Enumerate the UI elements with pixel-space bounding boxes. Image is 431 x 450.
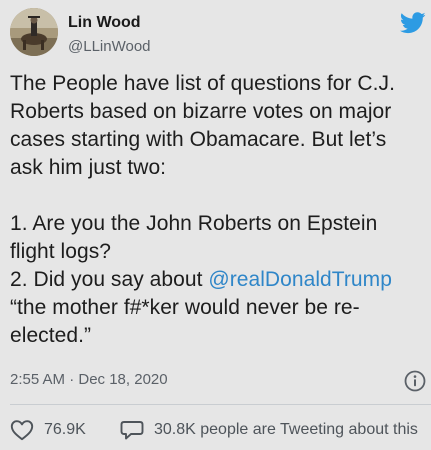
tweet-line: ask him just two: xyxy=(10,156,167,179)
twitter-bird-icon[interactable] xyxy=(400,12,426,34)
user-handle[interactable]: @LLinWood xyxy=(68,38,151,55)
tweet-line: The People have list of questions for C.… xyxy=(10,72,395,95)
tweet-line: “the mother f#*ker would never be re- xyxy=(10,296,360,319)
tweet-header: Lin Wood @LLinWood xyxy=(0,0,431,70)
mention-link[interactable]: @realDonaldTrump xyxy=(208,268,392,291)
heart-icon xyxy=(10,420,34,441)
tweet-line: cases starting with Obamacare. But let’s xyxy=(10,128,387,151)
tweet-line: Roberts based on bizarre votes on major xyxy=(10,100,392,123)
info-icon[interactable] xyxy=(404,370,426,392)
tweet-line: 1. Are you the John Roberts on Epstein xyxy=(10,212,378,235)
paragraph-break xyxy=(10,182,428,210)
display-name[interactable]: Lin Wood xyxy=(68,14,141,32)
like-count: 76.9K xyxy=(44,421,86,438)
action-bar: 76.9K 30.8K people are Tweeting about th… xyxy=(0,414,431,446)
tweeting-about-link[interactable]: 30.8K people are Tweeting about this xyxy=(120,418,418,442)
tweet-line: flight logs? xyxy=(10,240,111,263)
tweeting-about-text: 30.8K people are Tweeting about this xyxy=(154,421,418,438)
timestamp[interactable]: 2:55 AM · Dec 18, 2020 xyxy=(10,371,168,388)
avatar[interactable] xyxy=(10,8,58,56)
divider xyxy=(10,404,431,405)
speech-bubble-icon xyxy=(120,421,144,440)
like-button[interactable]: 76.9K xyxy=(10,418,86,442)
tweet-line-prefix: 2. Did you say about xyxy=(10,268,209,291)
tweet-line: elected.” xyxy=(10,324,91,347)
tweet-line-with-mention: 2. Did you say about @realDonaldTrump xyxy=(10,266,428,294)
tweet-text: The People have list of questions for C.… xyxy=(10,70,428,350)
